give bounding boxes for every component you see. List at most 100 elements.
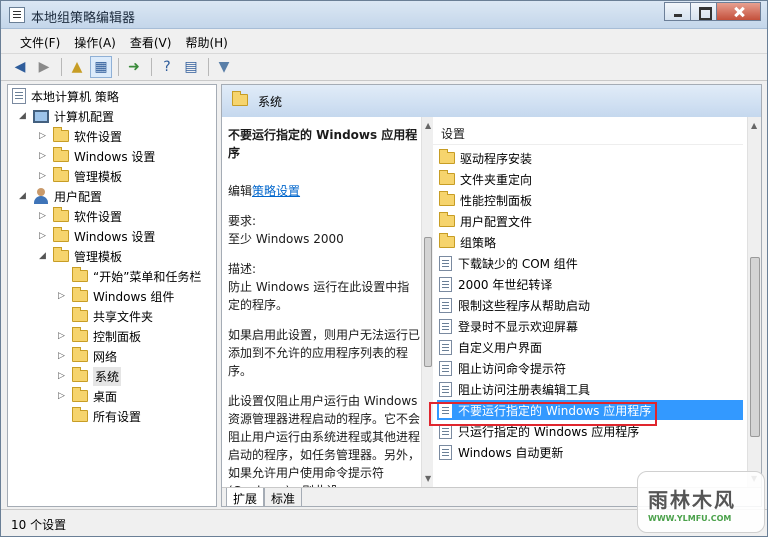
expand-icon[interactable]: ▷ [57,391,66,401]
expand-icon[interactable]: ▷ [57,351,66,361]
toolbar-divider [208,58,209,76]
title-bar[interactable]: 本地组策略编辑器 [1,1,767,29]
folder-icon [439,191,455,206]
expand-icon[interactable]: ▷ [38,211,47,221]
tree-item-user-admin[interactable]: ◢ 管理模板 [38,246,122,266]
policy-setting-icon [439,444,452,460]
collapse-icon[interactable]: ◢ [18,111,27,121]
up-folder-icon[interactable]: ▲ [66,56,88,78]
menu-help[interactable]: 帮助(H) [178,30,234,52]
all-settings-icon [72,407,88,422]
filter-icon[interactable]: ▼ [213,56,235,78]
list-item-policy[interactable]: 2000 年世纪转译 [437,274,743,294]
tree-item-network[interactable]: ▷ 网络 [57,346,117,366]
list-item-policy[interactable]: 登录时不显示欢迎屏幕 [437,316,743,336]
expand-icon[interactable]: ▷ [38,131,47,141]
list-item-policy[interactable]: 阻止访问命令提示符 [437,358,743,378]
description-para-3: 此设置仅阻止用户运行由 Windows 资源管理器进程启动的程序。它不会阻止用户… [228,394,421,487]
list-item-label: 下载缺少的 COM 组件 [458,256,578,271]
tree-item-label: 计算机配置 [54,109,115,124]
menu-action[interactable]: 操作(A) [67,30,123,52]
details-header-title: 系统 [258,95,283,109]
list-item-folder[interactable]: 用户配置文件 [437,211,743,231]
show-hide-tree-icon[interactable]: ▦ [90,56,112,78]
list-item-folder[interactable]: 文件夹重定向 [437,169,743,189]
properties-icon[interactable]: ▤ [180,56,202,78]
tree-item-label: Windows 设置 [74,149,156,164]
list-item-folder[interactable]: 组策略 [437,232,743,252]
policy-setting-icon [439,381,452,397]
list-item-label: 限制这些程序从帮助启动 [458,298,591,313]
edit-line: 编辑策略设置 [228,182,421,200]
forward-icon[interactable]: ▶ [33,56,55,78]
scroll-thumb[interactable] [750,257,760,437]
expand-icon[interactable]: ▷ [57,371,66,381]
tree-item-label: 系统 [93,366,122,386]
list-item-policy[interactable]: 阻止访问注册表编辑工具 [437,379,743,399]
tree-item-all-settings[interactable]: 所有设置 [72,406,141,426]
requirement-label: 要求: [228,214,257,228]
tree-item-label: 管理模板 [74,249,123,264]
list-item-folder[interactable]: 驱动程序安装 [437,148,743,168]
tree-item-user-config[interactable]: ◢ 用户配置 [18,186,102,206]
tree-item-label: 管理模板 [74,169,123,184]
tree-item-shared-folders[interactable]: 共享文件夹 [72,306,153,326]
folder-icon [72,367,88,382]
list-item-label: 性能控制面板 [460,193,533,208]
folder-icon [72,347,88,362]
scroll-up-icon[interactable]: ▲ [425,121,431,130]
tree-item-label: 桌面 [93,389,118,404]
settings-scrollbar[interactable]: ▲ ▼ [747,117,761,487]
export-icon[interactable]: ➜ [123,56,145,78]
back-icon[interactable]: ◀ [9,56,31,78]
list-item-policy[interactable]: 下载缺少的 COM 组件 [437,253,743,273]
collapse-icon[interactable]: ◢ [18,191,27,201]
tree-item-label: 共享文件夹 [93,309,154,324]
tree-item-desktop[interactable]: ▷ 桌面 [57,386,117,406]
scroll-down-icon[interactable]: ▼ [425,474,431,483]
expand-icon[interactable]: ▷ [38,231,47,241]
tree-item-control-panel[interactable]: ▷ 控制面板 [57,326,141,346]
scroll-up-icon[interactable]: ▲ [751,121,757,130]
tree-item-computer-software[interactable]: ▷ 软件设置 [38,126,122,146]
watermark-brand: 雨林木风 [648,488,736,512]
expand-icon[interactable]: ▷ [38,151,47,161]
expand-icon[interactable]: ▷ [38,171,47,181]
list-item-policy[interactable]: Windows 自动更新 [437,442,743,462]
list-item-label: 登录时不显示欢迎屏幕 [458,319,579,334]
description-scrollbar[interactable]: ▲ ▼ [421,117,433,487]
menu-view[interactable]: 查看(V) [123,30,179,52]
tree-item-computer-admin[interactable]: ▷ 管理模板 [38,166,122,186]
tree-item-computer-windows[interactable]: ▷ Windows 设置 [38,146,155,166]
help-icon[interactable]: ? [156,56,178,78]
tab-extended[interactable]: 扩展 [226,488,265,506]
settings-column-header[interactable]: 设置 [433,125,743,145]
tree-item-system[interactable]: ▷ 系统 [57,366,122,386]
folder-open-icon [53,247,69,262]
menu-bar: 文件(F) 操作(A) 查看(V) 帮助(H) [1,30,767,52]
collapse-icon[interactable]: ◢ [38,251,47,261]
expand-icon[interactable]: ▷ [57,331,66,341]
minimize-button[interactable] [664,2,691,21]
tree-item-user-windows[interactable]: ▷ Windows 设置 [38,226,155,246]
policy-document-icon [12,88,26,104]
scroll-thumb[interactable] [424,237,432,367]
list-item-folder[interactable]: 性能控制面板 [437,190,743,210]
policy-settings-link[interactable]: 策略设置 [252,184,300,198]
tree-item-computer-config[interactable]: ◢ 计算机配置 [18,106,114,126]
expand-icon[interactable]: ▷ [57,291,66,301]
tree-item-windows-components[interactable]: ▷ Windows 组件 [57,286,174,306]
tree-root[interactable]: 本地计算机 策略 [12,86,119,106]
tree-item-user-software[interactable]: ▷ 软件设置 [38,206,122,226]
maximize-button[interactable] [690,2,717,21]
tab-standard[interactable]: 标准 [264,488,303,506]
computer-icon [33,109,49,123]
close-button[interactable] [716,2,761,21]
list-item-policy[interactable]: 自定义用户界面 [437,337,743,357]
tree-item-label: 软件设置 [74,129,123,144]
tree-item-start-menu[interactable]: “开始”菜单和任务栏 [72,266,201,286]
toolbar-divider [61,58,62,76]
list-item-policy[interactable]: 限制这些程序从帮助启动 [437,295,743,315]
menu-file[interactable]: 文件(F) [13,30,67,52]
list-item-label: 组策略 [460,235,497,250]
